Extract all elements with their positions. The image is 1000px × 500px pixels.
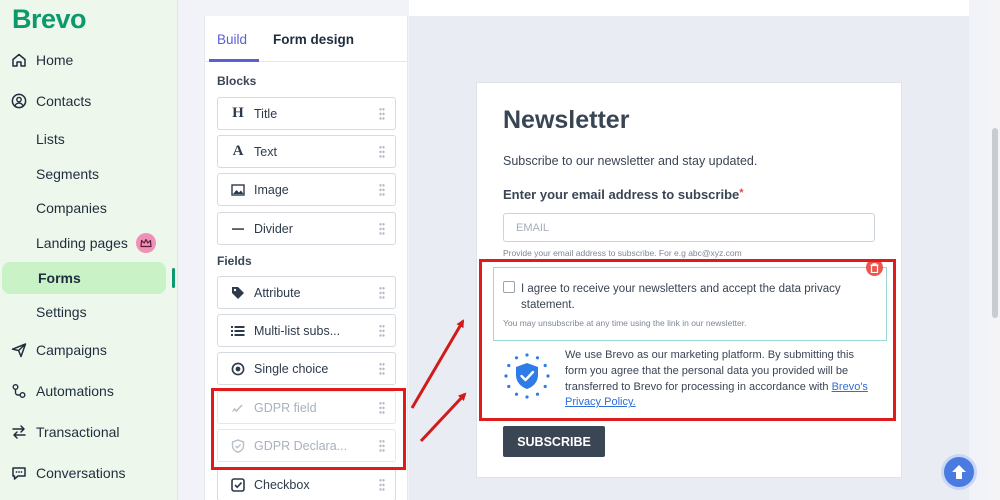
scroll-to-top-button[interactable] — [941, 454, 977, 490]
arrow-up-icon — [952, 465, 966, 479]
annotation-arrows — [410, 319, 467, 443]
arrow-to-gdpr-declaration — [419, 392, 467, 443]
arrow-to-gdpr-checkbox — [410, 319, 465, 409]
